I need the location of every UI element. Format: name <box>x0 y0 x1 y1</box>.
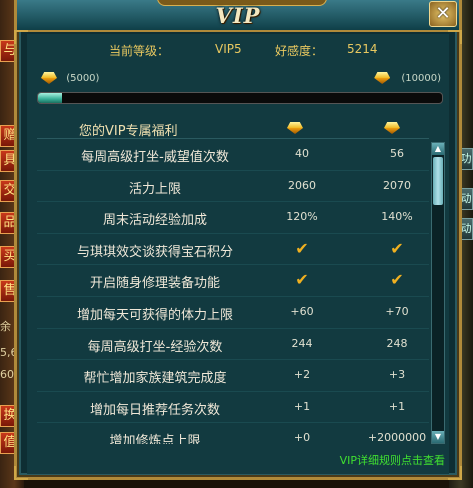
frame-corner <box>14 466 28 480</box>
benefit-row: 周末活动经验加成 120% 140% <box>37 202 429 234</box>
benefit-current-value: ✔ <box>277 270 327 290</box>
benefit-next-value: +70 <box>385 304 409 318</box>
benefit-name: 每周高级打坐-经验次数 <box>87 339 223 355</box>
close-icon: ✕ <box>435 3 451 24</box>
vip-gem-icon <box>41 72 57 84</box>
check-icon: ✔ <box>390 270 404 290</box>
benefit-next-value: +3 <box>388 368 406 382</box>
scrollbar[interactable]: ▲ ▼ <box>431 142 445 444</box>
next-exp-value: (10000) <box>401 73 441 84</box>
benefit-name: 增加每日推荐任务次数 <box>89 402 220 418</box>
benefit-name: 开启随身修理装备功能 <box>89 276 220 292</box>
next-exp: (10000) <box>374 72 441 84</box>
benefit-row: 帮忙增加家族建筑完成度 +2 +3 <box>37 360 429 392</box>
current-vip-column-icon <box>287 122 303 138</box>
benefit-next-value: 56 <box>390 147 404 160</box>
benefit-current-value: +60 <box>290 304 314 318</box>
check-icon: ✔ <box>390 238 404 258</box>
benefits-table[interactable]: 每周高级打坐-威望值次数 40 56 活力上限 2060 2070 周末活动经验加成 120%… <box>37 138 429 444</box>
benefit-row: 每周高级打坐-威望值次数 40 56 <box>37 139 429 171</box>
vip-gem-icon <box>374 72 390 84</box>
close-button[interactable]: ✕ <box>429 1 457 27</box>
benefit-name: 帮忙增加家族建筑完成度 <box>83 371 227 387</box>
frame-corner <box>448 466 462 480</box>
vip-gem-icon <box>287 122 303 134</box>
vip-level-label: 当前等级： <box>109 44 170 58</box>
benefit-name: 增加每天可获得的体力上限 <box>76 307 233 323</box>
check-icon: ✔ <box>295 270 309 290</box>
scroll-down-icon[interactable]: ▼ <box>432 431 444 443</box>
benefit-row: 每周高级打坐-经验次数 244 248 <box>37 329 429 361</box>
vip-window: VIP ✕ 当前等级： VIP5 好感度： 5214 (5000) (10000… <box>14 0 462 480</box>
benefit-name: 与琪琪效交谈获得宝石积分 <box>76 244 233 260</box>
scroll-up-icon[interactable]: ▲ <box>432 143 444 155</box>
benefit-name: 每周高级打坐-威望值次数 <box>81 150 229 165</box>
benefit-row: 活力上限 2060 2070 <box>37 171 429 203</box>
current-exp: (5000) <box>41 72 99 84</box>
benefit-row: 增加每天可获得的体力上限 +60 +70 <box>37 297 429 329</box>
benefit-current-value: 40 <box>295 147 309 160</box>
window-title: VIP <box>215 3 261 28</box>
frame-corner <box>448 30 462 44</box>
vip-content: 当前等级： VIP5 好感度： 5214 (5000) (10000) 您的VI… <box>27 34 449 474</box>
benefit-current-value: 244 <box>291 336 313 350</box>
benefits-title: 您的VIP专属福利 <box>79 124 178 139</box>
benefit-current-value: 120% <box>286 210 318 224</box>
title-bar[interactable]: VIP ✕ <box>17 0 459 32</box>
vip-progress-bar <box>37 92 443 104</box>
benefit-row: 增加修炼点上限 +0 +2000000 <box>37 423 429 444</box>
benefit-next-value: +1 <box>388 399 406 413</box>
benefit-next-value: ✔ <box>367 270 427 290</box>
benefit-row: 开启随身修理装备功能 ✔ ✔ <box>37 265 429 297</box>
vip-rules-link[interactable]: VIP详细规则点击查看 <box>340 452 445 468</box>
benefit-name: 活力上限 <box>128 181 181 197</box>
benefit-row: 增加每日推荐任务次数 +1 +1 <box>37 392 429 424</box>
benefit-name: 周末活动经验加成 <box>102 213 207 229</box>
benefit-next-value: ✔ <box>367 238 427 258</box>
favor-value: 5214 <box>347 42 378 56</box>
current-exp-value: (5000) <box>66 73 100 84</box>
benefits-header: 您的VIP专属福利 <box>27 116 449 139</box>
vip-level-value: VIP5 <box>215 42 242 56</box>
benefit-current-value: +2 <box>293 368 311 382</box>
scroll-thumb[interactable] <box>433 157 443 205</box>
benefit-current-value: +0 <box>293 431 311 444</box>
vip-gem-icon <box>384 122 400 134</box>
check-icon: ✔ <box>295 238 309 258</box>
frame-corner <box>14 30 28 44</box>
benefit-current-value: +1 <box>293 399 311 413</box>
benefit-current-value: ✔ <box>277 238 327 258</box>
benefit-next-value: 140% <box>381 210 413 224</box>
favor-label: 好感度： <box>275 44 324 58</box>
next-vip-column-icon <box>384 122 400 138</box>
benefit-name: 增加修炼点上限 <box>109 434 201 444</box>
benefit-next-value: 248 <box>386 336 408 350</box>
benefit-current-value: 2060 <box>288 178 316 192</box>
benefit-next-value: 2070 <box>383 178 411 192</box>
benefit-row: 与琪琪效交谈获得宝石积分 ✔ ✔ <box>37 234 429 266</box>
vip-status-row: 当前等级： VIP5 好感度： 5214 <box>27 42 449 62</box>
vip-progress-fill <box>38 93 63 103</box>
benefit-next-value: +2000000 <box>367 431 427 444</box>
